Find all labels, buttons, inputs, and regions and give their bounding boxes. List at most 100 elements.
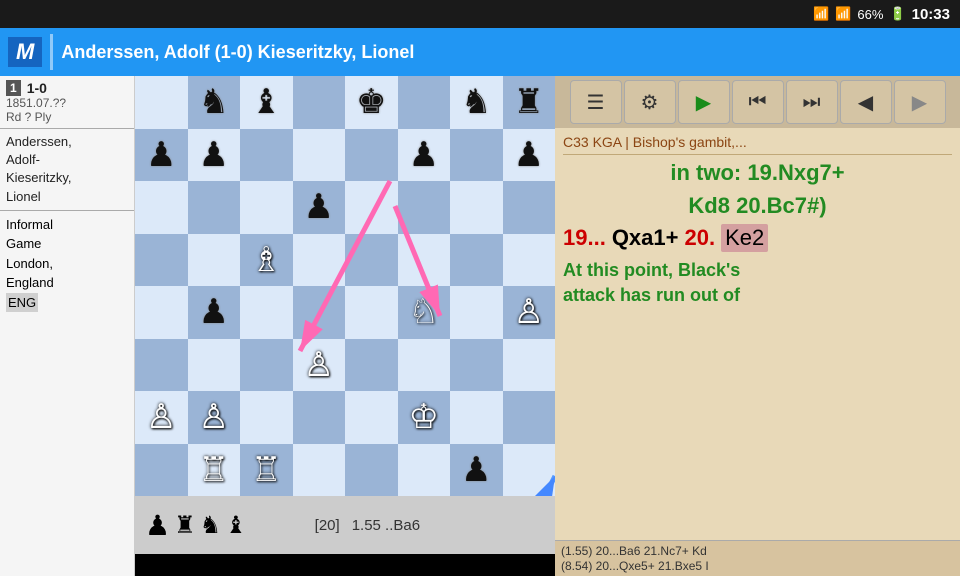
main-content: 1 1-0 1851.07.?? Rd ? Ply Anderssen,Adol… [0,76,960,576]
piece-R-72: ♖ [251,453,281,487]
square-h6[interactable] [503,181,556,234]
square-d8[interactable] [293,76,346,129]
square-f1[interactable] [398,444,451,497]
square-d2[interactable] [293,391,346,444]
square-a8[interactable] [135,76,188,129]
captured-pieces: ♟ ♜ ♞ ♝ [145,509,247,542]
square-c2[interactable] [240,391,293,444]
square-a6[interactable] [135,181,188,234]
move-number-label: [20] [315,517,340,534]
square-e5[interactable] [345,234,398,287]
square-a4[interactable] [135,286,188,339]
piece-P-61: ♙ [199,400,229,434]
square-b4[interactable]: ♟ [188,286,241,339]
game-result: 1-0 [27,80,47,96]
square-d3[interactable]: ♙ [293,339,346,392]
piece-3: ♞ [200,511,222,540]
status-bar: 📶 📶 66% 🔋 10:33 [0,0,960,28]
board-bottom: ♟ ♜ ♞ ♝ [20] 1.55 ..Ba6 [135,496,555,554]
square-g3[interactable] [450,339,503,392]
square-a3[interactable] [135,339,188,392]
piece-p-15: ♟ [409,138,439,172]
square-g2[interactable] [450,391,503,444]
sidebar: 1 1-0 1851.07.?? Rd ? Ply Anderssen,Adol… [0,76,135,576]
square-c1[interactable]: ♖ [240,444,293,497]
piece-p-10: ♟ [146,138,176,172]
white-player: Anderssen,Adolf-Kieseritzky,Lionel [6,133,128,206]
settings-button[interactable]: ⚙ [624,80,676,124]
square-f3[interactable] [398,339,451,392]
square-h1[interactable] [503,444,556,497]
square-e6[interactable] [345,181,398,234]
square-g7[interactable] [450,129,503,182]
last-button[interactable]: ⏭ [786,80,838,124]
square-h7[interactable]: ♟ [503,129,556,182]
square-e3[interactable] [345,339,398,392]
piece-p-17: ♟ [514,138,544,172]
square-c5[interactable]: ♗ [240,234,293,287]
square-f7[interactable]: ♟ [398,129,451,182]
analysis-line-2: (8.54) 20...Qxe5+ 21.Bxe5 I [561,559,954,573]
square-h5[interactable] [503,234,556,287]
square-h4[interactable]: ♙ [503,286,556,339]
square-a7[interactable]: ♟ [135,129,188,182]
square-g4[interactable] [450,286,503,339]
square-b7[interactable]: ♟ [188,129,241,182]
game-title: Anderssen, Adolf (1-0) Kieseritzky, Lion… [61,42,952,63]
square-d6[interactable]: ♟ [293,181,346,234]
square-b6[interactable] [188,181,241,234]
move-red: 19... [563,225,606,251]
square-g6[interactable] [450,181,503,234]
square-c3[interactable] [240,339,293,392]
event-location: London,England [6,254,128,293]
piece-2: ♜ [174,511,196,540]
square-d5[interactable] [293,234,346,287]
event-info: InformalGame London,England ENG [0,211,134,317]
square-e8[interactable]: ♚ [345,76,398,129]
square-b5[interactable] [188,234,241,287]
first-button[interactable]: ⏮ [732,80,784,124]
square-d7[interactable] [293,129,346,182]
square-c4[interactable] [240,286,293,339]
square-b1[interactable]: ♖ [188,444,241,497]
square-g5[interactable] [450,234,503,287]
mate-line-2: Kd8 20.Bc7#) [563,192,952,221]
square-a1[interactable] [135,444,188,497]
square-f5[interactable] [398,234,451,287]
rd-ply: Rd ? Ply [6,110,128,124]
square-g8[interactable]: ♞ [450,76,503,129]
square-d4[interactable] [293,286,346,339]
square-d1[interactable] [293,444,346,497]
square-c6[interactable] [240,181,293,234]
square-f4[interactable]: ♘ [398,286,451,339]
square-f6[interactable] [398,181,451,234]
square-h2[interactable] [503,391,556,444]
square-e2[interactable] [345,391,398,444]
menu-button[interactable]: ☰ [570,80,622,124]
square-h3[interactable] [503,339,556,392]
piece-p-23: ♟ [304,190,334,224]
analysis-line-1: (1.55) 20...Ba6 21.Nc7+ Kd [561,544,954,558]
square-b2[interactable]: ♙ [188,391,241,444]
square-f2[interactable]: ♔ [398,391,451,444]
move-qxa1: Qxa1+ [612,225,679,251]
piece-k-04: ♚ [356,85,386,119]
square-f8[interactable] [398,76,451,129]
square-e7[interactable] [345,129,398,182]
square-a2[interactable]: ♙ [135,391,188,444]
square-g1[interactable]: ♟ [450,444,503,497]
prev-button[interactable]: ◀ [840,80,892,124]
move-20: 20. [684,225,715,251]
square-c8[interactable]: ♝ [240,76,293,129]
square-b3[interactable] [188,339,241,392]
square-e1[interactable] [345,444,398,497]
play-button[interactable]: ▶ [678,80,730,124]
opening-line: C33 KGA | Bishop's gambit,... [563,134,952,155]
square-a5[interactable] [135,234,188,287]
square-h8[interactable]: ♜ [503,76,556,129]
square-b8[interactable]: ♞ [188,76,241,129]
square-c7[interactable] [240,129,293,182]
next-button[interactable]: ▶ [894,80,946,124]
square-e4[interactable] [345,286,398,339]
piece-B-32: ♗ [251,243,281,277]
